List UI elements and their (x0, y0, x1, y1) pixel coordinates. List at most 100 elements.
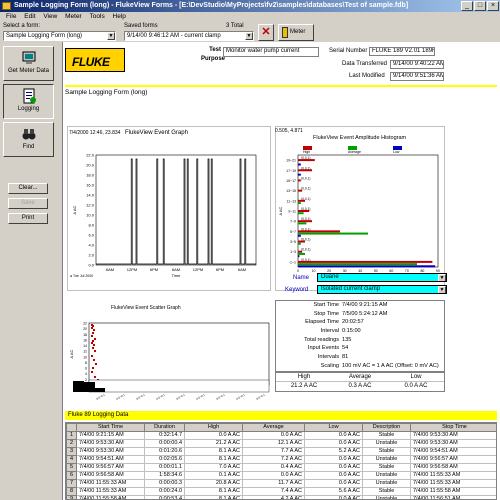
table-row[interactable]: 5 7/4/00 9:56:57 AM 0:00:01.1 7.0 A AC 0.4 A… (66, 463, 496, 472)
menu-help[interactable]: Help (113, 13, 126, 20)
table-cell: 0:01:20.6 (144, 447, 185, 456)
table-row[interactable]: 2 7/4/00 9:53:30 AM 0:00:00.4 21.2 A AC 12.1… (66, 439, 496, 448)
form-content: FLUKE Test Purpose Monitor water pump cu… (62, 42, 500, 500)
table-row[interactable]: 3 7/4/00 9:53:30 AM 0:01:20.6 8.1 A AC 7.7 A… (66, 447, 496, 456)
menu-edit[interactable]: Edit (24, 13, 35, 20)
find-button[interactable]: Find (3, 122, 54, 157)
histogram-ytick: -1~1 (289, 260, 296, 264)
get-meter-data-button[interactable]: Get Meter Data (3, 46, 54, 81)
hal-high-value: 21.2 A AC (290, 383, 318, 389)
event-xtick: 6AM (238, 267, 246, 272)
histogram-legend-label: Average (348, 150, 361, 154)
stat-row: Interval 0:15:00 (276, 327, 444, 336)
yellow-divider (65, 85, 497, 87)
table-cell: 0:00:01.1 (144, 463, 185, 472)
logging-button[interactable]: Logging (3, 84, 54, 119)
table-row[interactable]: 6 7/4/00 9:56:58 AM 1:58:34.6 0.1 A AC 0.0 A… (66, 471, 496, 480)
histogram-bar-label: (0,0,1) (301, 176, 311, 180)
table-row[interactable]: 8 7/4/00 11:55:33 AM 0:00:24.0 8.1 A AC 7.4 … (66, 487, 496, 496)
serial-number-field[interactable]: FLUKE 189 V2.01 189R2001 (369, 47, 435, 56)
meter-label: Meter (290, 29, 306, 35)
histogram-ytick: 9~11 (288, 210, 296, 214)
keyword-select[interactable]: Isolated current clamp ▼ (317, 285, 447, 294)
delete-form-button[interactable]: ✕ (258, 24, 274, 41)
row-index: 2 (66, 439, 77, 448)
stat-row: Scaling 100 mV AC = 1 A AC (Offset: 0 mV … (276, 362, 444, 371)
hal-low-header: Low (410, 374, 422, 380)
log-column-header[interactable]: Start Time (76, 423, 145, 432)
title-bar: Sample Logging Form (long) - FlukeView F… (0, 0, 500, 12)
table-cell: Stable (362, 463, 411, 472)
binoculars-icon (22, 129, 35, 140)
last-modified-field[interactable]: 9/14/00 9:51:36 AM (390, 72, 444, 81)
log-column-header[interactable]: Stop Time (410, 423, 496, 432)
histogram-ytick: 3~5 (290, 240, 296, 244)
stat-value: 0:15:00 (342, 328, 361, 335)
log-column-header[interactable]: Duration (144, 423, 185, 432)
table-row[interactable]: 7 7/4/00 11:55:33 AM 0:00:00.3 20.8 A AC 11.… (66, 479, 496, 488)
saved-forms-select[interactable]: 9/14/00 9:46:12 AM - current clamp ▼ (124, 31, 254, 41)
form-select[interactable]: Sample Logging Form (long) ▼ (3, 31, 116, 41)
test-purpose-label: Test Purpose (201, 47, 226, 62)
log-table: Start Time Duration High Average Low Descript… (66, 423, 496, 499)
hal-average-header: Average (348, 374, 372, 380)
hal-low-value: 0.0 A AC (404, 383, 428, 389)
log-header-row: Start Time Duration High Average Low Descript… (66, 423, 496, 432)
table-cell: 7/4/00 9:54:51 AM (410, 447, 496, 456)
duration-tick: 0.0~0.1 (196, 392, 207, 400)
log-column-header[interactable]: High (184, 423, 243, 432)
scatter-point (93, 359, 95, 361)
scatter-ytick: 8 (85, 361, 87, 365)
menu-file[interactable]: File (6, 13, 16, 20)
close-window-button[interactable]: × (487, 1, 499, 11)
maximize-button[interactable]: □ (474, 1, 486, 11)
scatter-point (92, 332, 94, 334)
log-column-header[interactable]: Average (242, 423, 305, 432)
menu-meter[interactable]: Meter (65, 13, 82, 20)
table-row[interactable]: 9 7/4/00 11:55:58 AM 0:00:53.4 8.1 A AC 4.2 … (66, 495, 496, 499)
table-row[interactable]: 1 7/4/00 9:21:15 AM 0:32:14.7 0.0 A AC 0.0 A… (66, 431, 496, 440)
log-column-header[interactable]: Description (362, 423, 411, 432)
scatter-ytick: 6 (85, 367, 87, 371)
meter-button[interactable]: Meter (278, 24, 314, 41)
table-cell: Unstable (362, 455, 411, 464)
scatter-point (95, 363, 97, 365)
duration-tick: 0.0~0.1 (136, 392, 147, 400)
table-cell: 0.0 A AC (242, 431, 305, 440)
histogram-bar (298, 263, 417, 266)
delete-x-icon: ✕ (261, 26, 271, 38)
amplitude-histogram: High Average Low 19~21 (0,0,1) 17~19 (0,0,1) 15… (275, 126, 445, 291)
test-purpose-field[interactable]: Monitor water pump current (223, 47, 319, 57)
hal-values: 21.2 A AC 0.3 A AC 0.0 A AC (276, 382, 444, 391)
table-cell: 20.8 A AC (184, 479, 243, 488)
menu-tools[interactable]: Tools (90, 13, 105, 20)
name-select[interactable]: Duane ▼ (317, 273, 447, 282)
table-cell: 5.2 A AC (304, 447, 363, 456)
chevron-down-icon[interactable]: ▼ (438, 286, 446, 293)
log-column-header[interactable] (66, 423, 77, 432)
print-button[interactable]: Print (8, 213, 48, 224)
table-cell: 0.0 A AC (304, 455, 363, 464)
minimize-button[interactable]: _ (461, 1, 473, 11)
hal-headers: High Average Low (276, 373, 444, 382)
row-index: 9 (66, 495, 77, 499)
log-column-header[interactable]: Low (304, 423, 363, 432)
clear-button[interactable]: Clear... (8, 183, 48, 194)
histogram-bar (298, 189, 303, 192)
duration-tick: 0.0~0.1 (156, 392, 167, 400)
table-cell: 0.0 A AC (242, 471, 305, 480)
histogram-corner-label: 0.505, 4.871 (275, 128, 303, 134)
histogram-bar (298, 179, 301, 182)
table-cell: 8.1 A AC (184, 495, 243, 499)
chevron-down-icon[interactable]: ▼ (245, 32, 253, 40)
form-title: Sample Logging Form (long) (65, 89, 148, 96)
chevron-down-icon[interactable]: ▼ (438, 274, 446, 281)
table-cell: 7/4/00 11:55:58 AM (76, 495, 145, 499)
event-xtick: 12PM (193, 267, 203, 272)
data-transferred-field[interactable]: 9/14/00 9:40:22 AM (390, 60, 444, 69)
stat-value: 7/5/00 5:24:12 AM (342, 310, 388, 317)
menu-view[interactable]: View (43, 13, 57, 20)
save-button[interactable]: Save (8, 198, 48, 209)
chevron-down-icon[interactable]: ▼ (107, 32, 115, 40)
table-row[interactable]: 4 7/4/00 9:54:51 AM 0:02:05.6 8.1 A AC 7.2 A… (66, 455, 496, 464)
